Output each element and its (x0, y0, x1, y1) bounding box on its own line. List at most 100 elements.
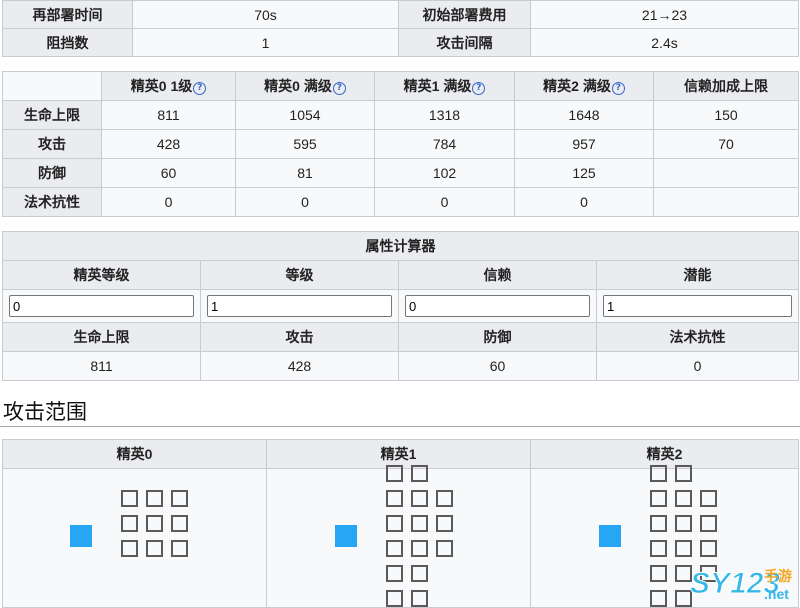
block-count-value: 1 (132, 28, 399, 57)
stat-value: 1054 (235, 100, 375, 130)
trust-value (653, 187, 799, 217)
row-label: 攻击 (2, 129, 102, 159)
def-label: 防御 (398, 322, 597, 352)
trust-value: 70 (653, 129, 799, 159)
range-tile (411, 590, 428, 607)
range-tile (411, 465, 428, 482)
stat-value: 0 (374, 187, 515, 217)
table-row: 再部署时间 70s 初始部署费用 21→23 (2, 0, 799, 29)
level-label: 等级 (200, 260, 399, 290)
range-tile (675, 515, 692, 532)
potential-label: 潜能 (596, 260, 799, 290)
col-header-label: 精英0 1级 (130, 78, 193, 94)
col-header-label: 精英0 满级 (264, 78, 332, 94)
col-header-label: 精英2 满级 (543, 78, 611, 94)
range-tile (386, 540, 403, 557)
col-header-e0-max: 精英0 满级? (235, 71, 375, 101)
range-tile (411, 490, 428, 507)
range-tile (650, 515, 667, 532)
stat-value: 0 (514, 187, 654, 217)
level-cell (200, 289, 399, 323)
stat-value: 428 (101, 129, 236, 159)
res-output: 0 (596, 351, 799, 381)
logo-sub: 手游 (764, 568, 792, 585)
help-icon[interactable]: ? (472, 82, 486, 95)
hp-label: 生命上限 (2, 322, 201, 352)
trust-label: 信赖 (398, 260, 597, 290)
hp-output: 811 (2, 351, 201, 381)
calculator-output-headers: 生命上限 攻击 防御 法术抗性 (2, 322, 799, 352)
stat-value: 811 (101, 100, 236, 130)
range-tile (386, 490, 403, 507)
range-tile (386, 565, 403, 582)
calculator-input-headers: 精英等级 等级 信赖 潜能 (2, 260, 799, 290)
range-tile (171, 540, 188, 557)
def-output: 60 (398, 351, 597, 381)
trust-value (653, 158, 799, 188)
col-header-label: 精英1 满级 (403, 78, 472, 94)
elite-level-cell (2, 289, 201, 323)
potential-input[interactable] (603, 295, 792, 317)
operator-tile (599, 525, 621, 547)
initial-cost-label: 初始部署费用 (398, 0, 531, 29)
row-label: 生命上限 (2, 100, 102, 130)
atk-output: 428 (200, 351, 399, 381)
range-tile (386, 465, 403, 482)
range-tile (121, 540, 138, 557)
range-tile (146, 515, 163, 532)
range-tile (121, 490, 138, 507)
range-tile (650, 590, 667, 607)
stat-value: 60 (101, 158, 236, 188)
sy123-logo: SY123 手游 .net (690, 567, 793, 603)
help-icon[interactable]: ? (193, 82, 207, 95)
range-tile (700, 490, 717, 507)
stat-value: 102 (374, 158, 515, 188)
col-header-trust-bonus: 信赖加成上限 (653, 71, 799, 101)
range-tile (675, 465, 692, 482)
range-tile (171, 490, 188, 507)
elite-level-input[interactable] (9, 295, 194, 317)
level-input[interactable] (207, 295, 392, 317)
stat-row-atk: 攻击 428 595 784 957 70 (2, 129, 799, 159)
trust-cell (398, 289, 597, 323)
stat-value: 81 (235, 158, 375, 188)
stat-value: 0 (235, 187, 375, 217)
range-tile (121, 515, 138, 532)
col-header-e0-lv1: 精英0 1级? (101, 71, 236, 101)
stat-value: 957 (514, 129, 654, 159)
range-tab-e0: 精英0 (2, 439, 267, 469)
redeploy-time-value: 70s (132, 0, 399, 29)
attribute-calculator: 属性计算器 精英等级 等级 信赖 潜能 生命上限 攻击 防御 法术抗性 811 … (2, 231, 799, 381)
range-tile (146, 540, 163, 557)
range-tile (436, 540, 453, 557)
col-header-e1-max: 精英1 满级? (374, 71, 515, 101)
range-tile (675, 490, 692, 507)
range-grid-e0 (2, 468, 267, 608)
attack-interval-value: 2.4s (530, 28, 799, 57)
heading-divider (0, 426, 800, 427)
stat-value: 1318 (374, 100, 515, 130)
trust-input[interactable] (405, 295, 590, 317)
help-icon[interactable]: ? (332, 82, 346, 95)
range-tile (411, 515, 428, 532)
table-row: 阻挡数 1 攻击间隔 2.4s (2, 28, 799, 57)
stat-value: 0 (101, 187, 236, 217)
stat-value: 125 (514, 158, 654, 188)
trust-value: 150 (653, 100, 799, 130)
corner-cell (2, 71, 102, 101)
stat-value: 595 (235, 129, 375, 159)
range-grid-e1 (266, 465, 531, 608)
range-tile (650, 565, 667, 582)
stat-row-res: 法术抗性 0 0 0 0 (2, 187, 799, 217)
range-tile (171, 515, 188, 532)
stat-row-hp: 生命上限 811 1054 1318 1648 150 (2, 100, 799, 130)
attack-range-heading: 攻击范围 (3, 400, 87, 424)
range-tile (650, 465, 667, 482)
stat-value: 784 (374, 129, 515, 159)
attack-range-table: 精英0 精英1 精英2 (2, 439, 799, 608)
help-icon[interactable]: ? (611, 82, 625, 95)
stats-table: 精英0 1级? 精英0 满级? 精英1 满级? 精英2 满级? 信赖加成上限 生… (2, 71, 799, 217)
range-tile (650, 490, 667, 507)
elite-level-label: 精英等级 (2, 260, 201, 290)
redeploy-time-label: 再部署时间 (2, 0, 133, 29)
